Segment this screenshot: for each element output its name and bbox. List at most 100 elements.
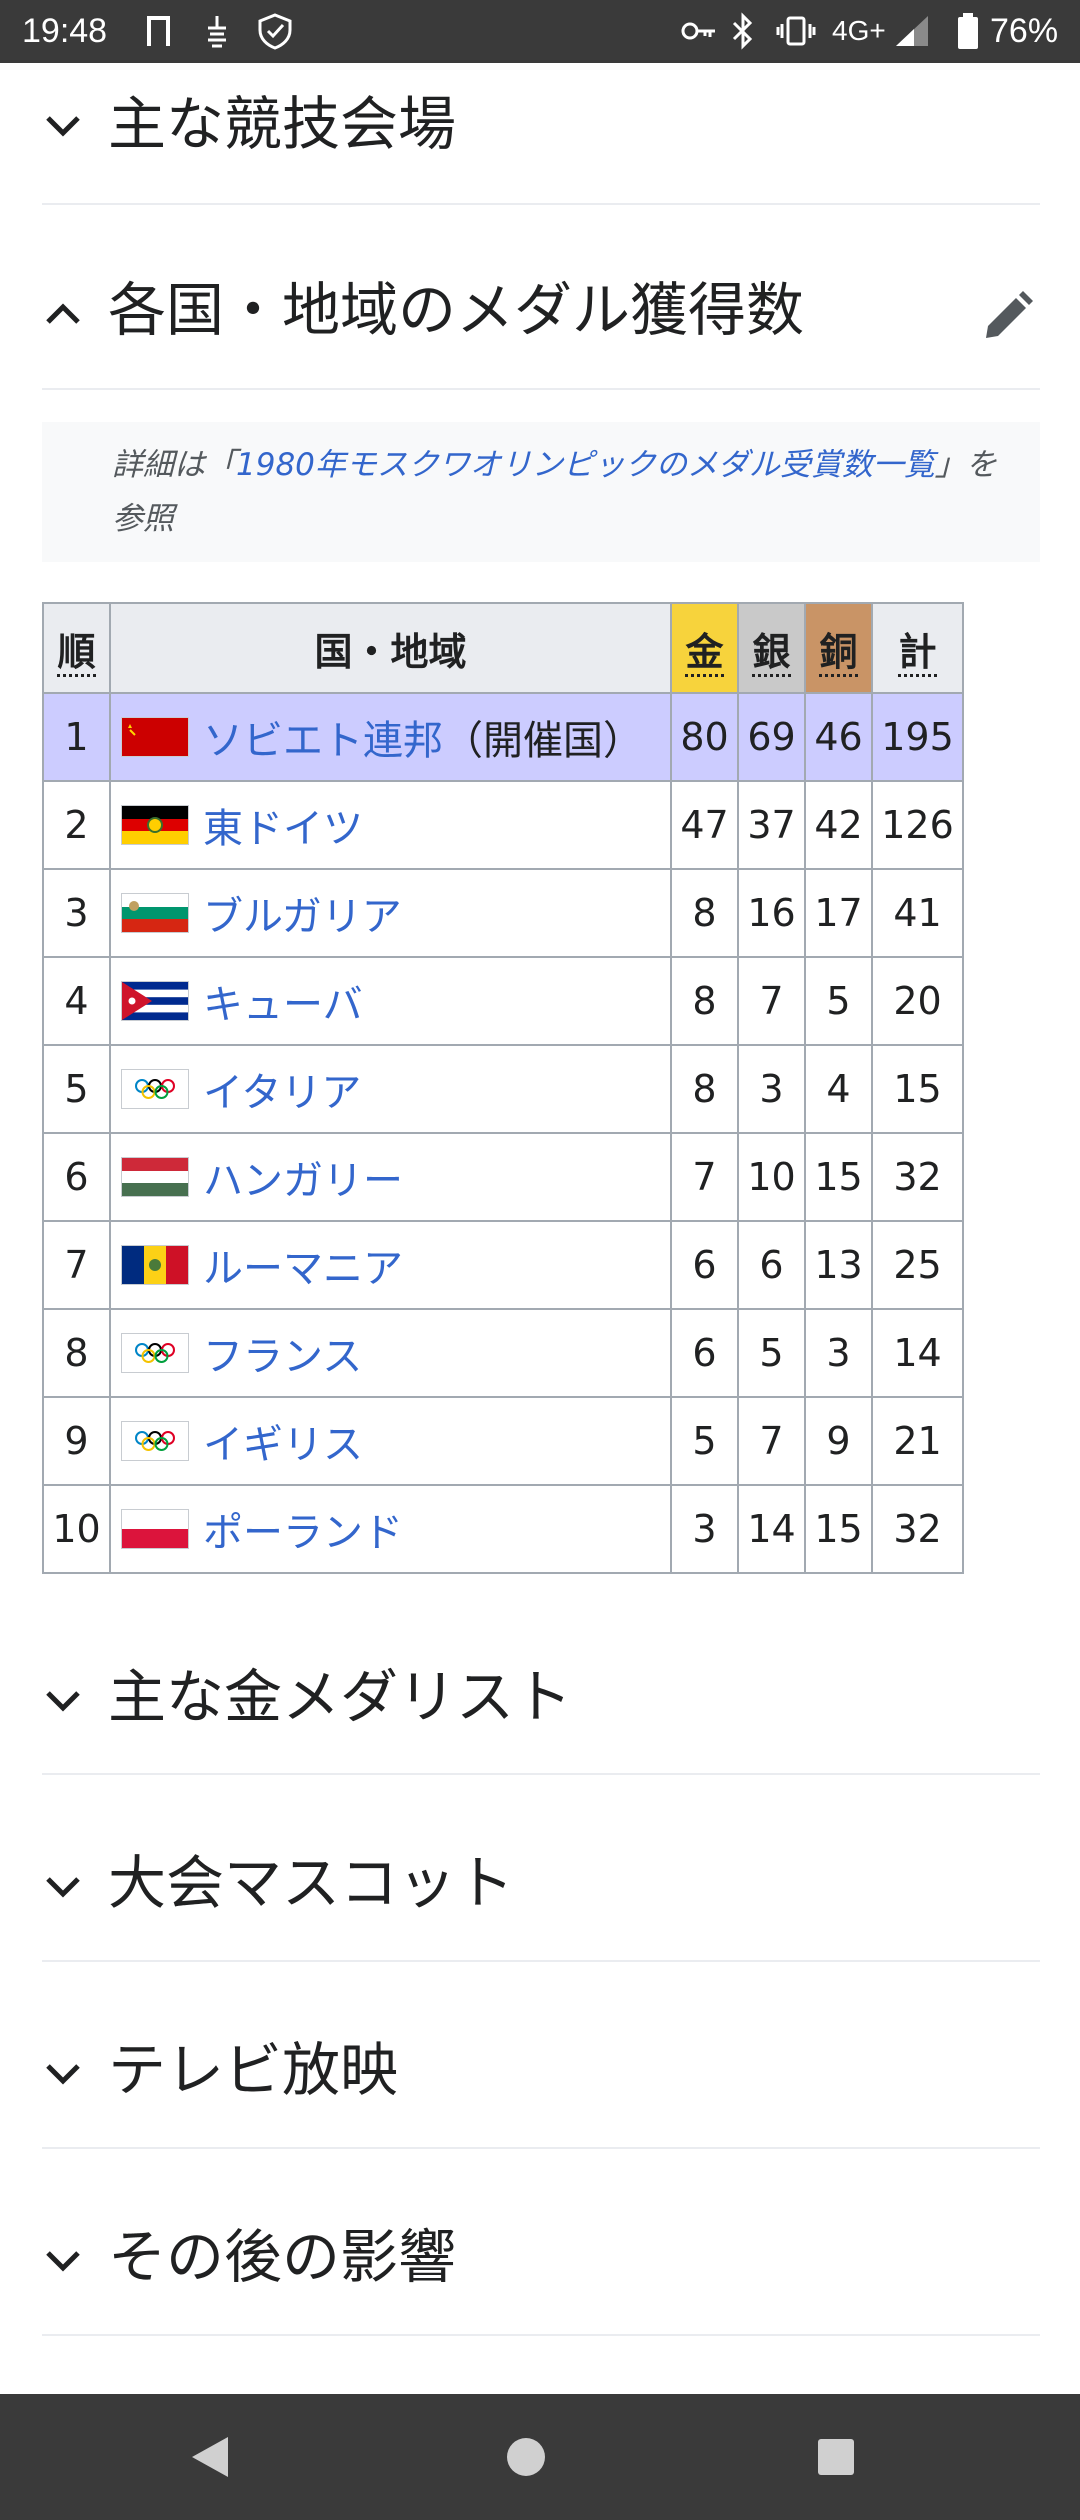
header-rank[interactable]: 順: [42, 602, 111, 694]
cell-nation: キューバ: [109, 956, 672, 1046]
header-gold[interactable]: 金: [670, 602, 739, 694]
cell-rank: 1: [42, 692, 111, 782]
table-row: 10 ポーランド 3 14 15 32: [42, 1484, 964, 1574]
cell-silver: 10: [737, 1132, 806, 1222]
cell-total: 15: [871, 1044, 964, 1134]
header-bronze[interactable]: 銅: [804, 602, 873, 694]
cell-gold: 6: [670, 1220, 739, 1310]
section-aftermath[interactable]: その後の影響: [42, 2149, 1040, 2336]
cell-rank: 3: [42, 868, 111, 958]
nation-link[interactable]: キューバ: [203, 972, 363, 1030]
table-row: 1 ソビエト連邦 （開催国） 80 69 46 195: [42, 692, 964, 782]
cell-bronze: 15: [804, 1484, 873, 1574]
flag-hungary-icon: [121, 1157, 189, 1197]
nation-link[interactable]: ブルガリア: [203, 884, 402, 942]
cell-bronze: 5: [804, 956, 873, 1046]
cell-rank: 8: [42, 1308, 111, 1398]
table-row: 5 イタリア 8 3 4 15: [42, 1044, 964, 1134]
section-gold-medalists[interactable]: 主な金メダリスト: [42, 1600, 1040, 1775]
flag-ussr-icon: [121, 717, 189, 757]
cell-total: 41: [871, 868, 964, 958]
status-bar: 19:48 4G+ 76%: [0, 0, 1080, 63]
cell-total: 126: [871, 780, 964, 870]
bluetooth-icon: [732, 12, 753, 50]
status-time: 19:48: [22, 12, 108, 50]
hatnote: 詳細は「1980年モスクワオリンピックのメダル受賞数一覧」を参照: [42, 422, 1040, 562]
cell-total: 25: [871, 1220, 964, 1310]
battery-percent: 76%: [990, 12, 1059, 50]
nation-link[interactable]: ソビエト連邦: [203, 708, 443, 766]
section-title: その後の影響: [108, 2223, 457, 2291]
chevron-down-icon: [46, 116, 80, 137]
cell-bronze: 42: [804, 780, 873, 870]
shield-icon: [258, 13, 292, 50]
table-row: 8 フランス 6 5 3 14: [42, 1308, 964, 1398]
navigation-bar: [0, 2394, 1080, 2520]
table-row: 6 ハンガリー 7 10 15 32: [42, 1132, 964, 1222]
flag-east-germany-icon: [121, 805, 189, 845]
cell-gold: 8: [670, 1044, 739, 1134]
cell-rank: 4: [42, 956, 111, 1046]
section-title: 各国・地域のメダル獲得数: [108, 276, 805, 344]
nation-link[interactable]: ルーマニア: [203, 1236, 403, 1294]
cell-silver: 7: [737, 956, 806, 1046]
nation-link[interactable]: イギリス: [203, 1412, 363, 1470]
hatnote-prefix: 詳細は「: [112, 447, 236, 483]
header-nation[interactable]: 国・地域: [109, 602, 672, 694]
flag-olympic-icon: [121, 1069, 189, 1109]
header-silver[interactable]: 銀: [737, 602, 806, 694]
vpn-key-icon: [681, 22, 715, 40]
cell-gold: 8: [670, 956, 739, 1046]
notification-app-icon: [208, 16, 226, 48]
cell-gold: 3: [670, 1484, 739, 1574]
nation-link[interactable]: イタリア: [203, 1060, 361, 1118]
home-icon[interactable]: [505, 2436, 547, 2478]
cell-gold: 6: [670, 1308, 739, 1398]
cell-bronze: 13: [804, 1220, 873, 1310]
cell-bronze: 9: [804, 1396, 873, 1486]
cell-silver: 16: [737, 868, 806, 958]
chevron-down-icon: [46, 1691, 80, 1712]
back-icon[interactable]: [188, 2434, 232, 2480]
edit-pencil-icon[interactable]: [980, 288, 1036, 344]
section-tv-broadcast[interactable]: テレビ放映: [42, 1962, 1040, 2149]
nation-link[interactable]: ポーランド: [203, 1500, 403, 1558]
section-mascot[interactable]: 大会マスコット: [42, 1775, 1040, 1962]
signal-icon: [896, 16, 928, 46]
cell-gold: 80: [670, 692, 739, 782]
network-type: 4G+: [832, 15, 886, 46]
table-row: 7 ルーマニア 6 6 13 25: [42, 1220, 964, 1310]
flag-olympic-icon: [121, 1333, 189, 1373]
cell-silver: 37: [737, 780, 806, 870]
section-title: 大会マスコット: [108, 1849, 515, 1917]
cell-silver: 3: [737, 1044, 806, 1134]
cell-bronze: 4: [804, 1044, 873, 1134]
section-medal-count[interactable]: 各国・地域のメダル獲得数: [42, 205, 1040, 390]
cell-silver: 5: [737, 1308, 806, 1398]
cell-rank: 10: [42, 1484, 111, 1574]
cell-nation: イギリス: [109, 1396, 672, 1486]
hatnote-link[interactable]: 1980年モスクワオリンピックのメダル受賞数一覧: [236, 447, 935, 483]
header-total[interactable]: 計: [871, 602, 964, 694]
cell-gold: 5: [670, 1396, 739, 1486]
cell-silver: 6: [737, 1220, 806, 1310]
nation-link[interactable]: ハンガリー: [203, 1148, 403, 1206]
nation-link[interactable]: 東ドイツ: [203, 796, 363, 854]
recents-icon[interactable]: [816, 2437, 856, 2477]
host-note: （開催国）: [443, 718, 643, 764]
cell-total: 14: [871, 1308, 964, 1398]
nation-link[interactable]: フランス: [203, 1324, 362, 1382]
medal-table: 順 国・地域 金 銀 銅 計 1 ソビエト連邦 （開催国） 80 69 46 195 2 東ドイ…: [42, 602, 964, 1574]
section-title: 主な金メダリスト: [108, 1663, 573, 1731]
cell-nation: フランス: [109, 1308, 672, 1398]
vibrate-icon: [776, 16, 816, 46]
cell-nation: ポーランド: [109, 1484, 672, 1574]
section-venues[interactable]: 主な競技会場: [42, 63, 1040, 205]
flag-bulgaria-icon: [121, 893, 189, 933]
chevron-up-icon: [46, 303, 80, 324]
cell-total: 32: [871, 1132, 964, 1222]
cell-gold: 7: [670, 1132, 739, 1222]
cell-total: 32: [871, 1484, 964, 1574]
table-row: 2 東ドイツ 47 37 42 126: [42, 780, 964, 870]
cell-total: 21: [871, 1396, 964, 1486]
